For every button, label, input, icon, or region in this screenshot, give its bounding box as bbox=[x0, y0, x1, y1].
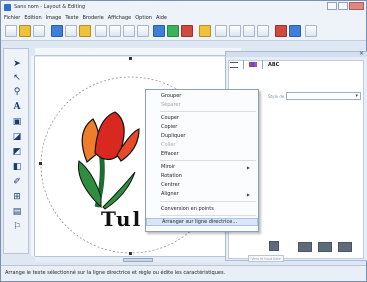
brush-icon[interactable]: ✐ bbox=[10, 175, 24, 188]
tab-divider bbox=[262, 60, 263, 69]
zoom-icon[interactable]: ⚲ bbox=[10, 85, 24, 98]
maximize-button[interactable] bbox=[338, 2, 348, 10]
image-icon[interactable] bbox=[275, 25, 287, 37]
menu-item-arranger-ligne[interactable]: Arranger sur ligne directrice... bbox=[146, 218, 258, 226]
submenu-arrow-icon: ▶ bbox=[246, 164, 250, 170]
menu-item-aligner-label: Aligner bbox=[161, 191, 179, 197]
artwork-text: Tul bbox=[101, 207, 143, 231]
status-bar: Arrange le texte sélectionné sur la lign… bbox=[1, 265, 366, 281]
preview-icon[interactable] bbox=[243, 25, 255, 37]
minimize-button[interactable] bbox=[327, 2, 337, 10]
template-icon[interactable] bbox=[33, 25, 45, 37]
menu-item-grouper[interactable]: Grouper bbox=[146, 92, 258, 100]
shape-icon[interactable]: ▣ bbox=[10, 115, 24, 128]
menu-item-miroir-label: Miroir bbox=[161, 164, 176, 170]
menu-affichage[interactable]: Affichage bbox=[108, 15, 132, 21]
pin-icon[interactable]: ⚐ bbox=[10, 220, 24, 233]
copy-icon[interactable] bbox=[123, 25, 135, 37]
window-controls bbox=[327, 2, 364, 10]
tab-divider bbox=[243, 60, 244, 69]
menu-aide[interactable]: Aide bbox=[156, 15, 167, 21]
panel-button-1[interactable] bbox=[298, 242, 312, 252]
font-icon[interactable] bbox=[229, 25, 241, 37]
undo-icon[interactable] bbox=[95, 25, 107, 37]
menu-separator bbox=[160, 215, 256, 216]
menu-separator bbox=[160, 160, 256, 161]
open-folder-icon[interactable] bbox=[19, 25, 31, 37]
outline-icon[interactable]: ◪ bbox=[10, 130, 24, 143]
cut-icon[interactable] bbox=[109, 25, 121, 37]
menu-item-separer: Séparer bbox=[161, 102, 181, 108]
panel-button-2[interactable] bbox=[318, 242, 332, 252]
panel-close-icon[interactable]: × bbox=[359, 50, 364, 57]
context-menu: Grouper Séparer Couper Copier Dupliquer … bbox=[145, 89, 259, 232]
menu-image[interactable]: Image bbox=[46, 15, 62, 21]
transfer-icon[interactable] bbox=[79, 25, 91, 37]
close-button[interactable] bbox=[349, 2, 364, 10]
paste-icon[interactable] bbox=[137, 25, 149, 37]
window-title: Sans nom - Layout & Editing bbox=[14, 4, 86, 10]
menu-item-rotation[interactable]: Rotation bbox=[146, 172, 258, 180]
app-window: Sans nom - Layout & Editing Fichier Edit… bbox=[0, 0, 367, 282]
menu-option[interactable]: Option bbox=[135, 15, 152, 21]
tab-text[interactable]: ABC bbox=[268, 62, 279, 68]
chevron-down-icon: ▾ bbox=[355, 93, 358, 99]
menu-bar: Fichier Edition Image Texte Broderie Aff… bbox=[1, 13, 366, 22]
horizontal-scrollbar[interactable] bbox=[35, 256, 241, 262]
import-icon[interactable] bbox=[65, 25, 77, 37]
menu-item-effacer[interactable]: Effacer bbox=[146, 150, 258, 158]
menu-separator bbox=[160, 111, 256, 112]
menu-item-coller: Coller bbox=[161, 142, 176, 148]
scrollbar-thumb[interactable] bbox=[123, 258, 153, 262]
app-icon bbox=[4, 3, 11, 11]
tool-palette: ➤ ↖ ⚲ A ▣ ◪ ◩ ◧ ✐ ⊞ ▤ ⚐ bbox=[3, 48, 29, 254]
menu-fichier[interactable]: Fichier bbox=[4, 15, 20, 21]
menu-item-copier[interactable]: Copier bbox=[146, 123, 258, 131]
panel-tabs: ABC bbox=[230, 60, 279, 69]
rotate-icon[interactable] bbox=[181, 25, 193, 37]
save-icon[interactable] bbox=[51, 25, 63, 37]
status-text: Arrange le texte sélectionné sur la lign… bbox=[5, 270, 226, 276]
select-arrow-icon[interactable]: ➤ bbox=[10, 57, 24, 70]
fill-icon[interactable]: ◩ bbox=[10, 145, 24, 158]
pattern-icon[interactable]: ▤ bbox=[10, 205, 24, 218]
menu-item-couper[interactable]: Couper bbox=[146, 114, 258, 122]
menu-item-dupliquer[interactable]: Dupliquer bbox=[146, 132, 258, 140]
tab-lines-icon[interactable] bbox=[230, 61, 238, 68]
toolbar bbox=[1, 22, 366, 41]
design-page-icon[interactable] bbox=[305, 25, 317, 37]
panel-button-3[interactable] bbox=[338, 242, 352, 252]
tab-color-icon[interactable] bbox=[249, 62, 257, 67]
menu-item-conversion-points[interactable]: Conversion en points bbox=[146, 205, 258, 213]
stitch-icon[interactable] bbox=[215, 25, 227, 37]
menu-item-aligner[interactable]: Aligner ▶ bbox=[146, 190, 258, 198]
text-tool-icon[interactable]: A bbox=[10, 100, 24, 113]
card-icon[interactable] bbox=[289, 25, 301, 37]
menu-item-miroir[interactable]: Miroir ▶ bbox=[146, 163, 258, 171]
menu-texte[interactable]: Texte bbox=[65, 15, 78, 21]
title-bar: Sans nom - Layout & Editing bbox=[1, 1, 366, 13]
wand-icon[interactable] bbox=[199, 25, 211, 37]
tulip-artwork bbox=[77, 111, 140, 210]
new-file-icon[interactable] bbox=[5, 25, 17, 37]
menu-item-centrer[interactable]: Centrer bbox=[146, 181, 258, 189]
stitch-tool-icon[interactable]: ⊞ bbox=[10, 190, 24, 203]
menu-edition[interactable]: Edition bbox=[24, 15, 41, 21]
move-up-button[interactable]: Vers le haut liste bbox=[248, 255, 284, 262]
point-edit-icon[interactable]: ↖ bbox=[10, 71, 24, 84]
select-icon[interactable] bbox=[167, 25, 179, 37]
panel-header: × bbox=[226, 50, 367, 57]
menu-broderie[interactable]: Broderie bbox=[83, 15, 104, 21]
top-ruler bbox=[35, 48, 241, 56]
style-select[interactable]: ▾ bbox=[286, 92, 361, 100]
color-icon[interactable]: ◧ bbox=[10, 160, 24, 173]
simulator-icon[interactable] bbox=[257, 25, 269, 37]
menu-separator bbox=[160, 201, 256, 202]
submenu-arrow-icon: ▶ bbox=[246, 191, 250, 197]
trash-icon[interactable] bbox=[269, 241, 279, 251]
align-icon[interactable] bbox=[153, 25, 165, 37]
